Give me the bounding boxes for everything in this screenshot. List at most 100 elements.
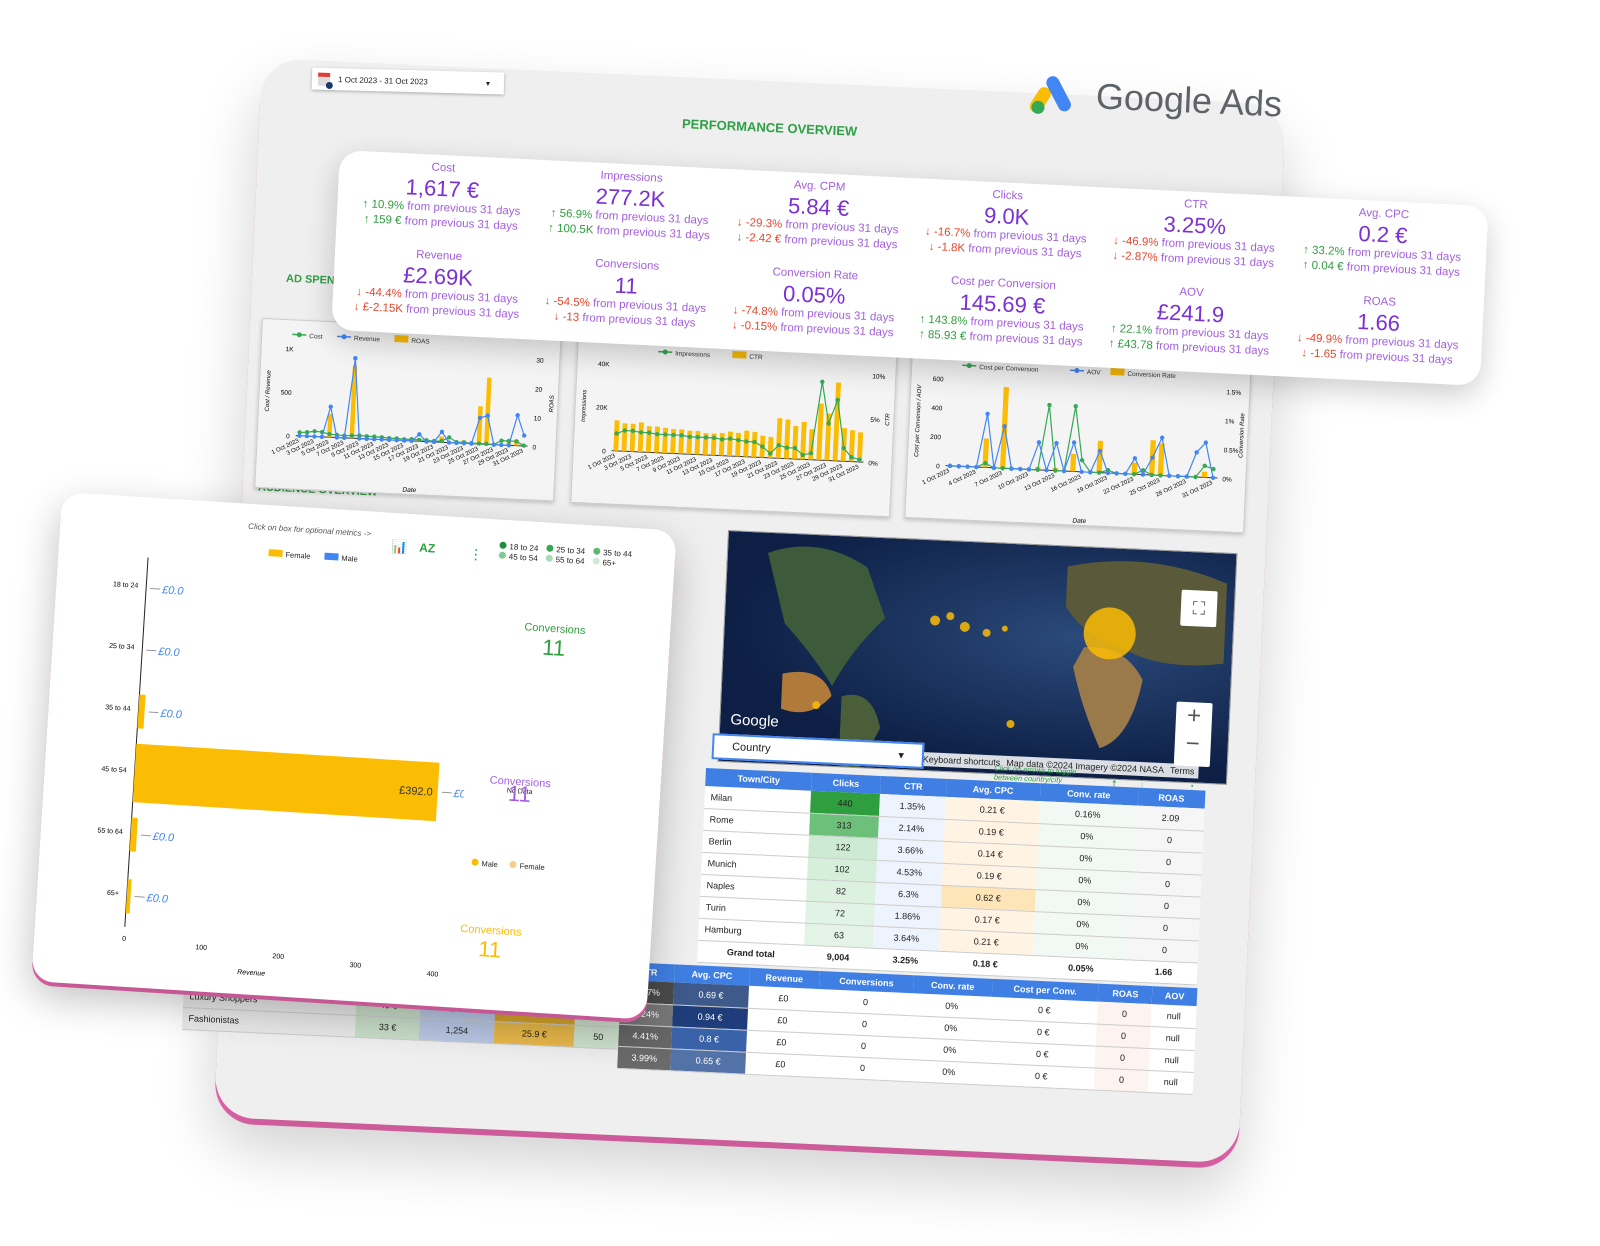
point-cost-per-conversion[interactable]: [1073, 404, 1078, 409]
point-aov[interactable]: [1071, 440, 1077, 445]
keyboard-shortcuts-link[interactable]: Keyboard shortcuts: [923, 754, 1001, 768]
point-aov[interactable]: [1079, 469, 1084, 475]
table-cell: 0: [1097, 1001, 1152, 1027]
point-aov[interactable]: [1140, 472, 1146, 477]
delta-value: -2.42 €: [745, 232, 782, 246]
bar-ctr[interactable]: [686, 430, 693, 455]
point-revenue[interactable]: [312, 434, 317, 439]
bar-ctr[interactable]: [791, 425, 799, 460]
point-aov[interactable]: [1018, 466, 1023, 472]
point-aov[interactable]: [1054, 440, 1059, 446]
bar-ctr[interactable]: [718, 432, 725, 456]
bar-ctr[interactable]: [662, 427, 669, 454]
point-aov[interactable]: [1009, 466, 1014, 471]
point-cost-per-conversion[interactable]: [1047, 402, 1052, 408]
x-tick-label: 100: [195, 944, 207, 952]
point-aov[interactable]: [1159, 435, 1165, 440]
point-aov[interactable]: [1167, 473, 1172, 479]
delta-value: 56.9%: [559, 207, 593, 222]
more-options-icon[interactable]: ⋮: [468, 546, 483, 564]
point-aov[interactable]: [965, 464, 970, 469]
category-label: 35 to 44: [105, 704, 131, 713]
bar-ctr[interactable]: [653, 426, 660, 453]
y2-axis-title: CTR: [885, 413, 892, 426]
bar-ctr[interactable]: [694, 430, 701, 455]
point-revenue[interactable]: [297, 433, 302, 439]
label-leader: [134, 896, 145, 898]
bar-ctr[interactable]: [775, 418, 783, 459]
bar-roas[interactable]: [484, 377, 492, 445]
dimension-select-value: Country: [731, 741, 771, 755]
bar-conversion-rate[interactable]: [1070, 453, 1077, 472]
delta-value: -2.87%: [1121, 250, 1158, 265]
point-cost[interactable]: [304, 430, 310, 435]
bar-ctr[interactable]: [678, 429, 685, 454]
point-revenue[interactable]: [515, 413, 520, 418]
bar-female[interactable]: [137, 694, 146, 729]
bar-female[interactable]: [132, 743, 440, 822]
point-cost[interactable]: [312, 429, 317, 434]
bar-ctr[interactable]: [637, 422, 644, 453]
delta-value: -1.65: [1309, 347, 1337, 362]
point-revenue[interactable]: [328, 404, 333, 409]
point-aov[interactable]: [947, 463, 953, 469]
zoom-out-button[interactable]: −: [1174, 730, 1211, 760]
bar-conversion-rate[interactable]: [1201, 471, 1208, 478]
y2-tick-label: 0%: [868, 460, 878, 467]
table-cell: 0%: [909, 1059, 989, 1085]
bar-ctr[interactable]: [735, 432, 742, 457]
total-cell: 0.18 €: [938, 950, 1033, 977]
chart-settings-icon[interactable]: 📊: [391, 539, 408, 556]
point-aov[interactable]: [991, 465, 997, 471]
point-aov[interactable]: [956, 464, 962, 469]
table-cell: 4.53%: [875, 859, 944, 885]
point-aov[interactable]: [1210, 475, 1216, 480]
point-aov[interactable]: [985, 411, 990, 417]
bar-ctr[interactable]: [670, 428, 677, 454]
bar-female[interactable]: [129, 817, 138, 852]
point-aov[interactable]: [1044, 468, 1049, 473]
calendar-icon: [317, 72, 331, 86]
date-range-label: 1 Oct 2023 - 31 Oct 2023: [337, 74, 428, 87]
label-leader: [148, 711, 159, 714]
table-cell: null: [1147, 1070, 1194, 1095]
fullscreen-button[interactable]: ⛶: [1180, 589, 1218, 628]
terms-link[interactable]: Terms: [1170, 765, 1195, 776]
point-aov[interactable]: [1026, 467, 1032, 472]
age-legend-item: 55 to 64: [545, 554, 585, 566]
x-axis-title: Date: [1072, 517, 1086, 525]
kpi-aov: AOV £241.9 ↑ 22.1% from previous 31 days ↑ …: [1094, 281, 1286, 370]
bar-ctr[interactable]: [621, 423, 628, 452]
point-revenue[interactable]: [319, 434, 325, 440]
bar-ctr[interactable]: [783, 419, 791, 459]
category-label: 55 to 64: [97, 827, 123, 836]
bar-ctr[interactable]: [832, 382, 842, 461]
kpi-roas: ROAS 1.66 ↓ -49.9% from previous 31 days ↓ …: [1282, 290, 1474, 379]
point-aov[interactable]: [1175, 473, 1181, 479]
kpi-clicks: Clicks 9.0K ↓ -16.7% from previous 31 days…: [910, 184, 1102, 277]
delta-value: -29.3%: [745, 216, 783, 231]
bar-ctr[interactable]: [856, 432, 864, 463]
point-revenue[interactable]: [304, 433, 310, 439]
sort-az-icon[interactable]: AZ: [419, 541, 436, 556]
column-header[interactable]: AOV: [1151, 986, 1198, 1007]
point-aov[interactable]: [1184, 474, 1189, 479]
bar-ctr[interactable]: [645, 426, 652, 453]
point-revenue[interactable]: [499, 442, 504, 448]
table-cell: 4.41%: [618, 1023, 673, 1049]
caret-down-icon: ▾: [898, 749, 905, 762]
point-aov[interactable]: [1114, 471, 1119, 476]
bar-ctr[interactable]: [751, 431, 758, 458]
point-aov[interactable]: [974, 464, 979, 470]
point-revenue[interactable]: [491, 442, 497, 447]
point-impressions[interactable]: [820, 379, 825, 385]
bar-ctr[interactable]: [727, 431, 733, 457]
zoom-in-button[interactable]: +: [1175, 702, 1212, 732]
point-revenue[interactable]: [353, 356, 358, 361]
point-aov[interactable]: [1061, 468, 1067, 474]
point-revenue[interactable]: [521, 433, 527, 438]
point-cost[interactable]: [499, 438, 504, 443]
table-cell: 3.66%: [876, 837, 945, 863]
bar-ctr[interactable]: [629, 423, 636, 452]
point-aov[interactable]: [1036, 440, 1042, 445]
